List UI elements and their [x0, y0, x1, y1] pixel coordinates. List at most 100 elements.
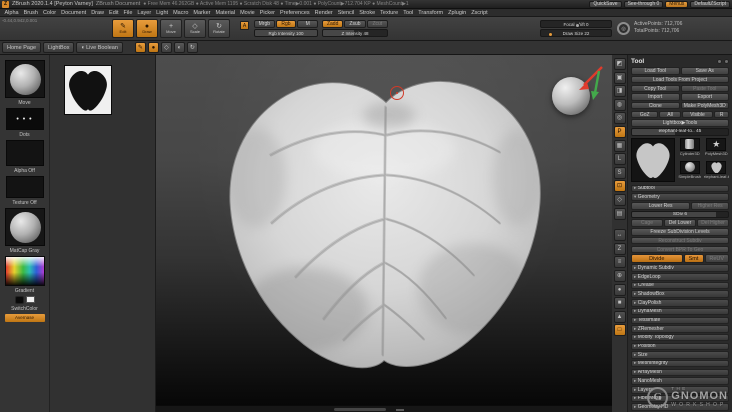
- quick-draw-icon[interactable]: ●: [147, 42, 159, 53]
- subtool-section-bar[interactable]: ▸ Subtool: [631, 184, 729, 193]
- symmetry-icon[interactable]: S: [613, 166, 626, 179]
- texture-thumbnail[interactable]: [5, 176, 44, 198]
- section-zremesher[interactable]: ▸ ZRemesher: [631, 325, 729, 333]
- default-zscript-button[interactable]: DefaultZScript: [690, 0, 730, 8]
- geometry-section-bar[interactable]: ▾ Geometry: [631, 193, 729, 201]
- section-edgeloop[interactable]: ▸ EdgeLoop: [631, 273, 729, 281]
- goz-r-button[interactable]: R: [714, 110, 729, 119]
- a-quick3d-button[interactable]: A: [240, 21, 249, 30]
- menu-marker[interactable]: Marker: [191, 9, 213, 17]
- draw-size-slider[interactable]: Draw Size 22: [540, 29, 612, 37]
- del-lower-button[interactable]: Del Lower: [664, 219, 696, 227]
- ghost-icon[interactable]: ◍: [613, 98, 626, 111]
- actual-size-icon[interactable]: ≡: [613, 256, 626, 269]
- zoom-canvas-icon[interactable]: Z: [613, 242, 626, 255]
- rgb-intensity-slider[interactable]: Rgb Intensity 100: [254, 29, 318, 37]
- z-intensity-slider[interactable]: Z Intensity 48: [322, 29, 388, 37]
- section-modify-topology[interactable]: ▸ Modify Topology: [631, 333, 729, 342]
- polyframe-icon[interactable]: ◇: [613, 193, 626, 206]
- perspective-icon[interactable]: P: [613, 125, 626, 138]
- lightbox-tools-button[interactable]: Lightbox▶Tools: [631, 119, 729, 127]
- uv-check-icon[interactable]: ▤: [613, 207, 626, 220]
- convert-bpr-button[interactable]: Convert BPR To Geo: [631, 245, 729, 253]
- section-shadowbox[interactable]: ▸ ShadowBox: [631, 290, 729, 298]
- render-mode-icon[interactable]: ▣: [613, 71, 626, 84]
- quick-edit-icon[interactable]: ✎: [134, 42, 146, 53]
- stroke-thumbnail[interactable]: • • •: [5, 108, 44, 130]
- recent-tool-polymesh[interactable]: ★ PolyMesh3D: [704, 137, 730, 160]
- cage-button[interactable]: Cage: [631, 219, 663, 227]
- zsub-button[interactable]: Zsub: [344, 20, 366, 28]
- export-button[interactable]: Export: [680, 93, 729, 101]
- frame-mesh-icon[interactable]: ▲: [613, 310, 626, 323]
- material-thumbnail[interactable]: [4, 208, 45, 246]
- floor-grid-icon[interactable]: ▦: [613, 139, 626, 152]
- menu-render[interactable]: Render: [312, 9, 335, 17]
- section-claypolish[interactable]: ▸ ClayPolish: [631, 299, 729, 307]
- hscroll-handle[interactable]: [334, 408, 386, 411]
- zoom-3d-icon[interactable]: ■: [613, 297, 626, 310]
- axis-gizmo[interactable]: [574, 59, 610, 103]
- tray-badge-button[interactable]: Avernase: [4, 313, 45, 322]
- goz-button[interactable]: GoZ: [631, 110, 659, 119]
- section-dynamesh[interactable]: ▸ DynaMesh: [631, 307, 729, 316]
- tool-name-slider[interactable]: elephant-leaf-to.. 45: [631, 128, 729, 136]
- edit-button[interactable]: ✎ Edit: [112, 19, 134, 38]
- leaf-alpha-preview[interactable]: [64, 65, 112, 115]
- menu-color[interactable]: Color: [40, 9, 58, 17]
- bpr-icon[interactable]: ◩: [613, 58, 626, 70]
- scale-button[interactable]: ◇ Scale: [184, 19, 206, 38]
- menu-draw[interactable]: Draw: [89, 9, 107, 17]
- higher-res-button[interactable]: Higher Res: [691, 202, 729, 210]
- color-picker[interactable]: [4, 256, 45, 286]
- zadd-button[interactable]: Zadd: [322, 20, 344, 28]
- recent-tool-leaf[interactable]: elephant-leaf-to..: [704, 160, 729, 183]
- load-tools-from-project-button[interactable]: Load Tools From Project: [631, 75, 729, 84]
- m-button[interactable]: M: [297, 20, 319, 28]
- divide-button[interactable]: Divide: [631, 254, 683, 264]
- goz-visible-button[interactable]: Visible: [681, 110, 714, 119]
- current-tool-thumbnail[interactable]: [631, 137, 675, 182]
- menu-stencil[interactable]: Stencil: [335, 9, 357, 17]
- reconstruct-subdiv-button[interactable]: Reconstruct Subdiv: [631, 236, 729, 245]
- smt-button[interactable]: Smt: [683, 254, 704, 264]
- lightbox-tab[interactable]: LightBox: [43, 42, 75, 53]
- solo-icon[interactable]: ◎: [613, 112, 626, 125]
- quick-grid-icon[interactable]: ◇: [160, 42, 172, 53]
- menus-button[interactable]: Menus: [665, 0, 689, 8]
- menu-edit[interactable]: Edit: [107, 9, 121, 17]
- save-as-button[interactable]: Save As: [680, 67, 729, 75]
- make-polymesh3d-button[interactable]: Make PolyMesh3D: [680, 101, 729, 110]
- transparency-icon[interactable]: ◨: [613, 85, 626, 98]
- move-button[interactable]: + Move: [160, 19, 182, 38]
- see-through-button[interactable]: See-through 0: [623, 0, 664, 8]
- menu-alpha[interactable]: Alpha: [2, 9, 21, 17]
- section-arraymesh[interactable]: ▸ ArrayMesh: [631, 368, 729, 377]
- menu-transform[interactable]: Transform: [416, 9, 446, 17]
- alpha-thumbnail[interactable]: [5, 140, 44, 166]
- canvas-hscrollbar[interactable]: [156, 405, 612, 412]
- recent-tool-cylinder[interactable]: Cylinder3D: [677, 137, 703, 160]
- menu-tool[interactable]: Tool: [401, 9, 416, 17]
- clone-button[interactable]: Clone: [631, 101, 680, 110]
- secondary-color-swatch[interactable]: [25, 296, 35, 304]
- menu-movie[interactable]: Movie: [238, 9, 258, 17]
- main-color-swatch[interactable]: [14, 296, 24, 304]
- sculpt-canvas[interactable]: [156, 55, 612, 405]
- menu-document[interactable]: Document: [59, 9, 89, 17]
- store-view-icon[interactable]: □: [613, 324, 626, 337]
- section-dynamic-subdiv[interactable]: ▸ Dynamic Subdiv: [631, 264, 729, 272]
- paste-tool-button[interactable]: Paste Tool: [680, 84, 729, 93]
- palette-menu-icon[interactable]: [724, 59, 729, 64]
- menu-preferences[interactable]: Preferences: [278, 9, 313, 17]
- del-higher-button[interactable]: Del Higher: [697, 219, 729, 227]
- rotate-button[interactable]: ↻ Rotate: [208, 19, 230, 38]
- reuv-button[interactable]: ReUV: [704, 254, 729, 264]
- section-tessimate[interactable]: ▸ Tessimate: [631, 316, 729, 324]
- quick-boolean-icon[interactable]: ◐: [173, 42, 185, 53]
- section-size[interactable]: ▸ Size: [631, 351, 729, 359]
- quicksave-button[interactable]: QuickSave: [589, 0, 622, 8]
- menu-picker[interactable]: Picker: [257, 9, 277, 17]
- move-canvas-icon[interactable]: ↔: [613, 229, 626, 242]
- section-position[interactable]: ▸ Position: [631, 342, 729, 351]
